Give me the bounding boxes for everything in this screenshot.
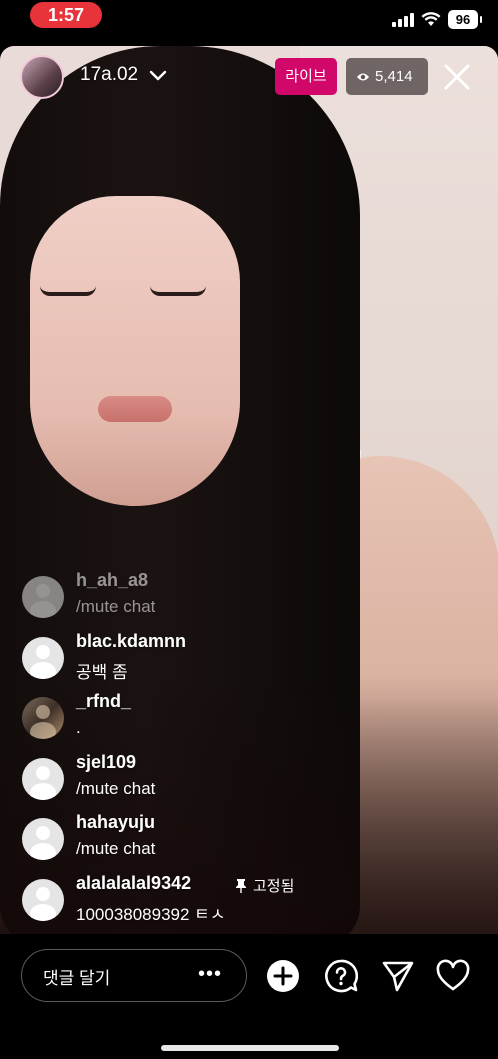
comment-username[interactable]: blac.kdamnn (76, 631, 186, 652)
viewer-count-badge[interactable]: 5,414 (346, 58, 428, 95)
close-icon[interactable] (442, 62, 472, 92)
add-icon[interactable] (266, 959, 300, 993)
avatar[interactable] (22, 636, 64, 679)
comment-input[interactable]: 댓글 달기 ••• (21, 949, 247, 1002)
comment-username[interactable]: h_ah_a8 (76, 570, 148, 591)
comment-username[interactable]: sjel109 (76, 752, 136, 773)
battery-indicator: 96 (448, 10, 482, 29)
avatar[interactable] (22, 878, 64, 921)
question-icon[interactable] (324, 959, 358, 993)
pin-icon (236, 878, 246, 893)
status-time: 1:57 (30, 2, 102, 28)
more-options-button[interactable]: ••• (198, 963, 222, 986)
status-bar: 1:57 96 (0, 0, 498, 44)
comment-item[interactable]: h_ah_a8 /mute chat (20, 568, 460, 629)
avatar[interactable] (22, 697, 64, 739)
pinned-label: 고정됨 (253, 878, 295, 895)
heart-icon[interactable] (436, 959, 470, 993)
comment-username[interactable]: alalalalal9342 (76, 873, 191, 894)
comment-username[interactable]: hahayuju (76, 812, 155, 833)
comment-text: /mute chat (76, 597, 156, 616)
comment-text: /mute chat (76, 839, 156, 858)
wifi-icon (421, 12, 441, 26)
broadcaster-username[interactable]: 17a.02 (80, 64, 138, 86)
home-indicator[interactable] (161, 1045, 339, 1051)
comment-item[interactable]: hahayuju /mute chat (20, 810, 460, 871)
live-badge: 라이브 (275, 58, 337, 95)
comment-item[interactable]: _rfnd_ . (20, 689, 460, 750)
avatar[interactable] (22, 757, 64, 800)
comment-text: 공백 좀 (76, 662, 128, 682)
comment-text: 100038089392 ㅌㅅ (76, 904, 226, 924)
broadcaster-avatar[interactable] (20, 55, 64, 99)
comment-username[interactable]: _rfnd_ (76, 691, 131, 712)
comment-placeholder: 댓글 달기 (43, 969, 111, 988)
comment-item[interactable]: blac.kdamnn 공백 좀 (20, 629, 460, 690)
live-comments: h_ah_a8 /mute chat blac.kdamnn 공백 좀 _rfn… (20, 568, 460, 931)
send-icon[interactable] (381, 959, 415, 993)
bottom-bar: 댓글 달기 ••• (0, 934, 498, 1059)
cellular-signal-icon (392, 13, 414, 27)
comment-text: . (76, 718, 81, 737)
chevron-down-icon[interactable] (148, 66, 168, 86)
comment-item[interactable]: sjel109 /mute chat (20, 750, 460, 811)
viewer-count: 5,414 (375, 68, 413, 85)
eye-icon (357, 73, 369, 80)
pinned-indicator: 고정됨 (235, 875, 294, 896)
avatar[interactable] (22, 818, 64, 860)
comment-text: /mute chat (76, 778, 156, 798)
avatar[interactable] (22, 576, 64, 618)
